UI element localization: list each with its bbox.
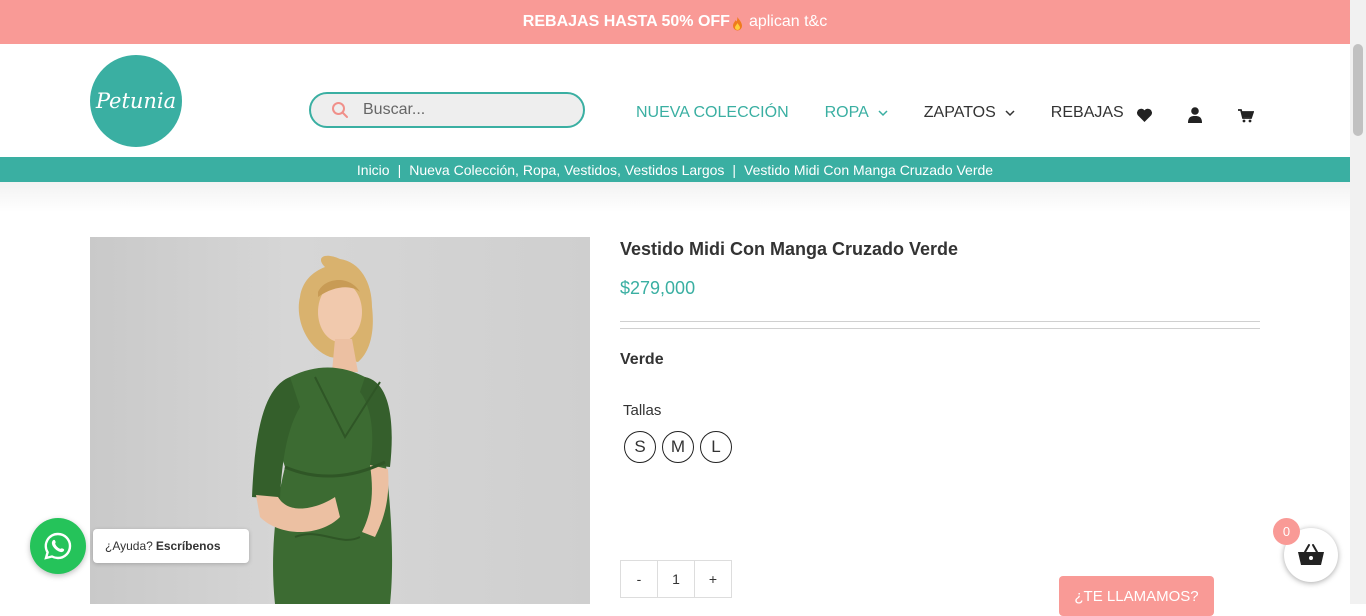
quantity-input[interactable]: 1 <box>657 561 695 597</box>
basket-icon <box>1298 544 1324 565</box>
divider <box>620 321 1260 322</box>
size-option-s[interactable]: S <box>624 431 656 463</box>
cart-count-badge: 0 <box>1273 518 1300 545</box>
promo-bar: REBAJAS HASTA 50% OFF aplican t&c <box>0 0 1350 44</box>
breadcrumb: Inicio | Nueva Colección, Ropa, Vestidos… <box>0 157 1350 182</box>
whatsapp-help-bubble[interactable]: ¿Ayuda? Escríbenos <box>93 529 249 563</box>
nav-zapatos[interactable]: ZAPATOS <box>924 104 1015 122</box>
product-price: $279,000 <box>620 278 696 298</box>
page-scrollbar[interactable] <box>1350 0 1366 604</box>
divider <box>620 328 1260 329</box>
product-title: Vestido Midi Con Manga Cruzado Verde <box>620 239 959 259</box>
chevron-down-icon <box>1005 109 1015 116</box>
heart-icon[interactable] <box>1136 108 1153 123</box>
breadcrumb-home-link[interactable]: Inicio <box>357 162 390 178</box>
logo-text: Petunia <box>95 89 177 113</box>
size-selector: S M L <box>624 431 738 463</box>
quantity-increase-button[interactable]: + <box>695 561 731 597</box>
nav-rebajas[interactable]: REBAJAS <box>1051 104 1124 122</box>
petunia-logo[interactable]: Petunia <box>90 55 182 147</box>
size-option-l[interactable]: L <box>700 431 732 463</box>
sizes-label: Tallas <box>623 402 662 419</box>
quantity-stepper: - 1 + <box>620 560 732 598</box>
nav-nueva-coleccion[interactable]: NUEVA COLECCIÓN <box>636 104 789 122</box>
user-icon[interactable] <box>1188 107 1202 123</box>
search-icon[interactable] <box>331 101 349 119</box>
promo-bold-text: REBAJAS HASTA 50% OFF <box>522 13 730 30</box>
whatsapp-button[interactable] <box>30 518 86 574</box>
callback-button[interactable]: ¿TE LLAMAMOS? <box>1059 576 1214 616</box>
callback-label: ¿TE LLAMAMOS? <box>1074 587 1199 605</box>
whatsapp-icon <box>44 532 72 560</box>
promo-terms-text: aplican t&c <box>748 13 828 30</box>
site-header: Petunia NUEVA COLECCIÓN ROPA ZAPATOS REB… <box>0 44 1350 157</box>
nav-label: NUEVA COLECCIÓN <box>636 104 789 121</box>
fire-icon <box>732 17 742 31</box>
chevron-down-icon <box>878 109 888 116</box>
search-box[interactable] <box>309 92 585 128</box>
search-input[interactable] <box>361 100 565 120</box>
breadcrumb-separator: | <box>397 161 402 178</box>
cart-icon[interactable] <box>1238 109 1254 123</box>
nav-label: ROPA <box>824 104 869 121</box>
nav-label: REBAJAS <box>1050 104 1124 121</box>
quantity-decrease-button[interactable]: - <box>621 561 657 597</box>
breadcrumb-separator: | <box>732 161 737 178</box>
size-option-m[interactable]: M <box>662 431 694 463</box>
header-shadow <box>0 182 1350 212</box>
whatsapp-prefix: ¿Ayuda? <box>105 539 153 553</box>
whatsapp-cta: Escríbenos <box>155 539 221 553</box>
nav-ropa[interactable]: ROPA <box>825 104 888 122</box>
scrollbar-thumb[interactable] <box>1353 44 1363 136</box>
main-nav: NUEVA COLECCIÓN ROPA ZAPATOS REBAJAS <box>636 104 1160 122</box>
breadcrumb-categories-link[interactable]: Nueva Colección, Ropa, Vestidos, Vestido… <box>409 162 724 178</box>
nav-label: ZAPATOS <box>923 104 996 121</box>
product-color: Verde <box>620 351 664 368</box>
breadcrumb-current: Vestido Midi Con Manga Cruzado Verde <box>744 161 994 178</box>
